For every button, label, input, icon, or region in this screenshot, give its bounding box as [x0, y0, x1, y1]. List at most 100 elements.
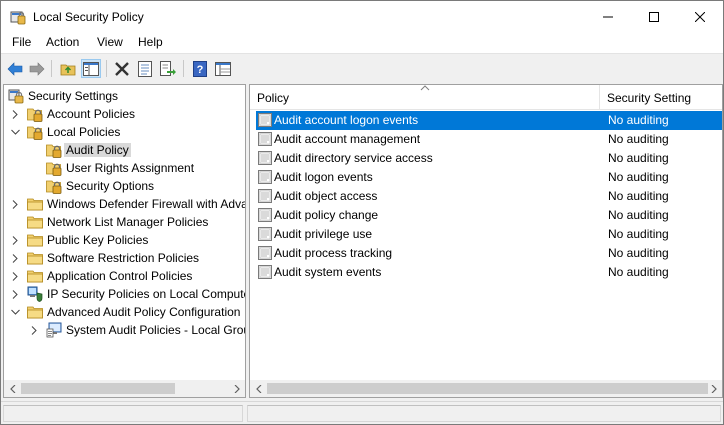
list-item[interactable]: Audit process tracking No auditing — [256, 244, 722, 263]
tree-item-system-audit-policies-local-grou[interactable]: System Audit Policies - Local Grou — [4, 321, 246, 339]
tree-item-network-list-manager-policies[interactable]: Network List Manager Policies — [4, 213, 244, 231]
tree-item-security-settings[interactable]: Security Settings — [4, 87, 244, 105]
tree-item-advanced-audit-policy-configuration[interactable]: Advanced Audit Policy Configuration — [4, 303, 244, 321]
console-tree-pane[interactable]: Security Settings Account Policies Local P… — [3, 84, 246, 398]
column-header-label: Security Setting — [607, 91, 692, 105]
export-list-button[interactable] — [158, 59, 178, 78]
policy-name: Audit policy change — [274, 208, 379, 222]
list-horizontal-scrollbar[interactable] — [250, 380, 722, 397]
security-settings-icon — [8, 88, 24, 104]
tree-item-label: Security Options — [66, 179, 155, 193]
tree-item-software-restriction-policies[interactable]: Software Restriction Policies — [4, 249, 244, 267]
chevron-left-icon — [255, 384, 261, 393]
tree-expander[interactable] — [10, 126, 20, 138]
tree-expander[interactable] — [10, 198, 20, 210]
tree-item-public-key-policies[interactable]: Public Key Policies — [4, 231, 244, 249]
chevron-left-icon — [9, 384, 15, 393]
up-one-level-button[interactable] — [58, 59, 78, 78]
tree-item-label: IP Security Policies on Local Compute — [47, 287, 246, 301]
policy-name: Audit system events — [274, 265, 382, 279]
close-button[interactable] — [677, 1, 723, 32]
list-item[interactable]: Audit privilege use No auditing — [256, 225, 722, 244]
policy-item-icon — [258, 246, 272, 260]
tree-item-security-options[interactable]: Security Options — [4, 177, 244, 195]
folder-lock-icon — [46, 178, 62, 194]
chevron-down-icon — [10, 309, 20, 315]
folder-icon — [27, 304, 43, 320]
tree-item-user-rights-assignment[interactable]: User Rights Assignment — [4, 159, 244, 177]
tree-expander[interactable] — [10, 252, 20, 264]
folder-icon — [27, 214, 43, 230]
audit-computer-icon — [46, 322, 62, 338]
tree-item-local-policies[interactable]: Local Policies — [4, 123, 244, 141]
menu-help[interactable]: Help — [136, 35, 165, 50]
tree-expander[interactable] — [10, 108, 20, 120]
tree-expander[interactable] — [10, 306, 20, 318]
tree-item-label: Advanced Audit Policy Configuration — [47, 305, 241, 319]
delete-button[interactable] — [112, 59, 132, 78]
tree-item-audit-policy[interactable]: Audit Policy — [4, 141, 244, 159]
list-item[interactable]: Audit logon events No auditing — [256, 168, 722, 187]
folder-icon — [27, 196, 43, 212]
list-item[interactable]: Audit account logon events No auditing — [256, 111, 722, 130]
tree-item-ip-security-policies-on-local-compute[interactable]: IP Security Policies on Local Compute — [4, 285, 246, 303]
policy-item-icon — [258, 265, 272, 279]
tree-item-label: System Audit Policies - Local Grou — [66, 323, 246, 337]
console-view-button[interactable] — [213, 59, 233, 78]
scrollbar-thumb[interactable] — [21, 383, 175, 394]
back-button[interactable] — [5, 59, 25, 78]
policy-item-icon — [258, 132, 272, 146]
svg-text:?: ? — [197, 64, 204, 76]
tree-expander[interactable] — [29, 324, 39, 336]
column-header-policy[interactable]: Policy — [250, 85, 600, 110]
tree-expander[interactable] — [10, 234, 20, 246]
policy-name: Audit account logon events — [274, 113, 419, 127]
policy-item-icon — [258, 151, 272, 165]
tree-expander[interactable] — [10, 288, 20, 300]
show-hide-console-tree-button[interactable] — [81, 59, 101, 78]
scroll-right-button[interactable] — [705, 380, 722, 397]
scroll-right-button[interactable] — [228, 380, 245, 397]
menu-view[interactable]: View — [95, 35, 125, 50]
scroll-left-button[interactable] — [4, 380, 21, 397]
list-item[interactable]: Audit system events No auditing — [256, 263, 722, 282]
chevron-right-icon — [711, 384, 717, 393]
list-item[interactable]: Audit policy change No auditing — [256, 206, 722, 225]
menu-action[interactable]: Action — [44, 35, 81, 50]
tree-item-windows-defender-firewall-with-adva[interactable]: Windows Defender Firewall with Adva — [4, 195, 245, 213]
menu-file[interactable]: File — [10, 35, 33, 50]
tree-item-application-control-policies[interactable]: Application Control Policies — [4, 267, 244, 285]
help-button[interactable]: ? — [190, 59, 210, 78]
tree-horizontal-scrollbar[interactable] — [4, 380, 245, 397]
chevron-right-icon — [12, 199, 18, 209]
minimize-button[interactable] — [585, 1, 631, 32]
list-item[interactable]: Audit object access No auditing — [256, 187, 722, 206]
tree-expander[interactable] — [10, 270, 20, 282]
folder-lock-icon — [46, 160, 62, 176]
security-setting-value: No auditing — [608, 227, 669, 241]
toolbar-separator — [106, 60, 107, 77]
maximize-button[interactable] — [631, 1, 677, 32]
policy-name: Audit privilege use — [274, 227, 373, 241]
status-cell — [247, 405, 721, 422]
scroll-left-button[interactable] — [250, 380, 267, 397]
security-setting-value: No auditing — [608, 170, 669, 184]
folder-lock-icon — [27, 106, 43, 122]
security-setting-value: No auditing — [608, 151, 669, 165]
tree-item-label: Audit Policy — [64, 143, 131, 157]
policy-name: Audit object access — [274, 189, 378, 203]
window-title: Local Security Policy — [33, 10, 144, 24]
forward-button[interactable] — [27, 59, 47, 78]
chevron-right-icon — [12, 271, 18, 281]
tree-item-account-policies[interactable]: Account Policies — [4, 105, 244, 123]
policy-list-pane[interactable]: Policy Security Setting Audit account lo… — [249, 84, 723, 398]
properties-button[interactable] — [135, 59, 155, 78]
scrollbar-thumb[interactable] — [267, 383, 708, 394]
column-header-security-setting[interactable]: Security Setting — [600, 85, 722, 110]
list-item[interactable]: Audit account management No auditing — [256, 130, 722, 149]
close-icon — [695, 11, 705, 22]
list-item[interactable]: Audit directory service access No auditin… — [256, 149, 722, 168]
tree-item-label: Security Settings — [28, 89, 119, 103]
chevron-right-icon — [12, 289, 18, 299]
security-setting-value: No auditing — [608, 189, 669, 203]
